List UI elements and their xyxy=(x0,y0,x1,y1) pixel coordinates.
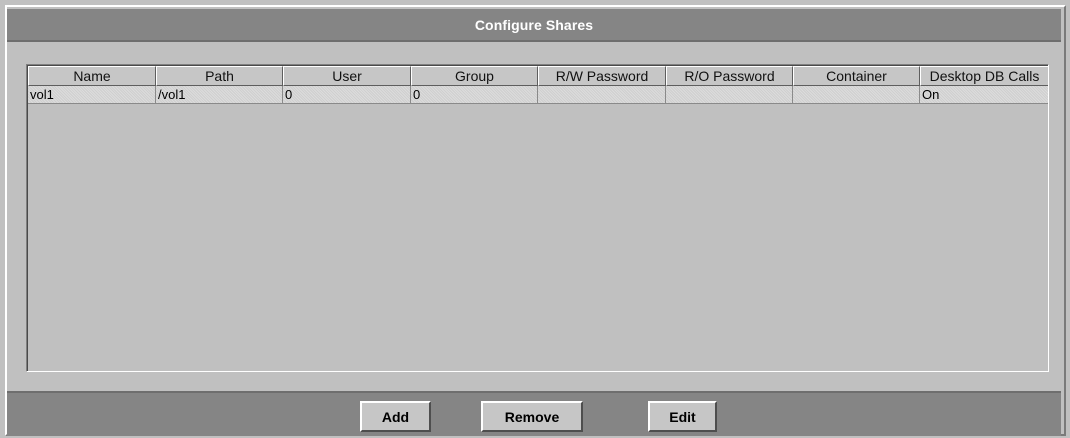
column-header-ro-password[interactable]: R/O Password xyxy=(666,66,793,86)
column-header-name[interactable]: Name xyxy=(28,66,156,86)
column-header-group[interactable]: Group xyxy=(411,66,538,86)
cell-name[interactable]: vol1 xyxy=(28,86,156,104)
title-bar: Configure Shares xyxy=(7,9,1061,42)
cell-ro-password[interactable] xyxy=(666,86,793,104)
column-header-container[interactable]: Container xyxy=(793,66,920,86)
cell-container[interactable] xyxy=(793,86,920,104)
table-header-row: Name Path User Group R/W Password R/O Pa… xyxy=(28,66,1048,86)
cell-rw-password[interactable] xyxy=(538,86,666,104)
table-row[interactable]: vol1 /vol1 0 0 On xyxy=(28,86,1048,104)
button-bar: Add Remove Edit xyxy=(7,391,1061,436)
column-header-desktop-db-calls[interactable]: Desktop DB Calls xyxy=(920,66,1048,86)
add-button[interactable]: Add xyxy=(360,401,431,432)
cell-user[interactable]: 0 xyxy=(283,86,411,104)
column-header-user[interactable]: User xyxy=(283,66,411,86)
shares-table: Name Path User Group R/W Password R/O Pa… xyxy=(26,64,1049,372)
column-header-path[interactable]: Path xyxy=(156,66,283,86)
remove-button[interactable]: Remove xyxy=(481,401,583,432)
cell-desktop-db-calls[interactable]: On xyxy=(920,86,1048,104)
edit-button[interactable]: Edit xyxy=(648,401,717,432)
cell-group[interactable]: 0 xyxy=(411,86,538,104)
dialog-title: Configure Shares xyxy=(474,16,594,33)
column-header-rw-password[interactable]: R/W Password xyxy=(538,66,666,86)
shares-table-viewport: Name Path User Group R/W Password R/O Pa… xyxy=(27,65,1048,371)
cell-path[interactable]: /vol1 xyxy=(156,86,283,104)
